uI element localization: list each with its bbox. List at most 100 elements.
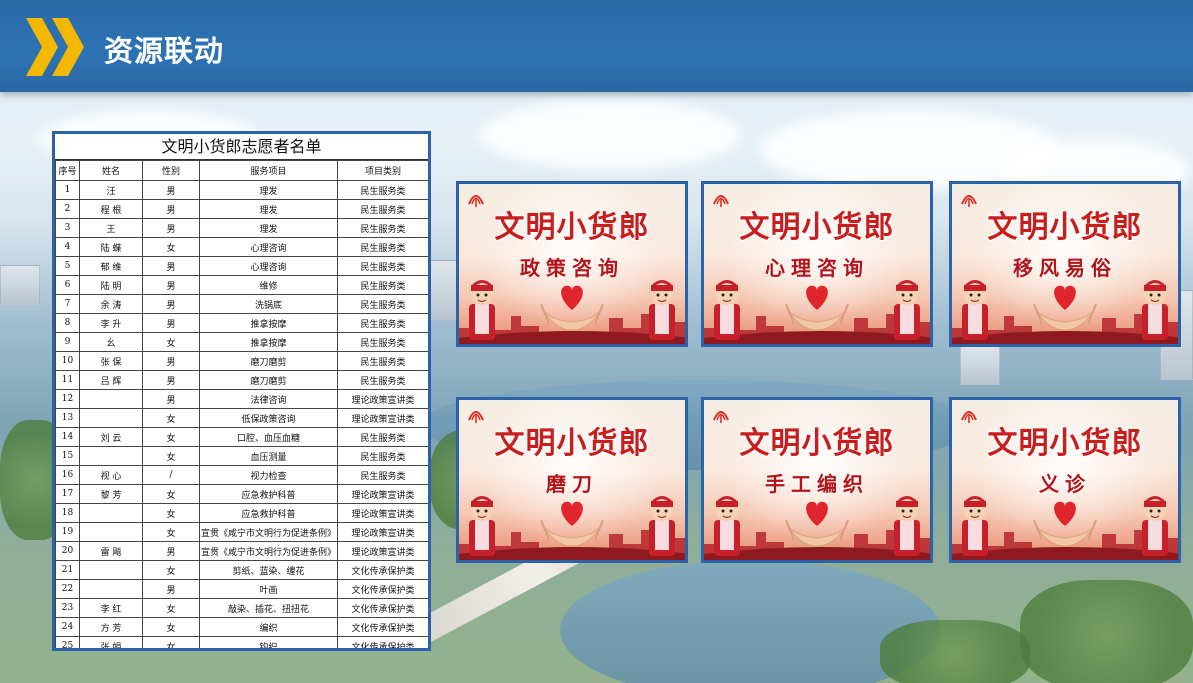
cell-name bbox=[79, 560, 143, 580]
volunteer-list-document: 文明小货郎志愿者名单 序号 姓名 性别 服务项目 项目类别 1 汪男理发 民生服务类… bbox=[52, 131, 431, 651]
cell-service: 理发 bbox=[199, 180, 338, 200]
cell-name: 王 bbox=[79, 218, 143, 238]
table-row: 2程 根男理发 民生服务类 bbox=[55, 199, 428, 219]
cell-number: 19 bbox=[55, 522, 80, 542]
cell-gender: 女 bbox=[142, 484, 200, 504]
cell-service: 口腔、血压血糖 bbox=[199, 427, 338, 447]
cell-name: 刘 云 bbox=[79, 427, 143, 447]
cell-category: 民生服务类 bbox=[337, 275, 428, 295]
table-row: 22 男叶画 文化传承保护类 bbox=[55, 579, 428, 599]
table-row: 12 男法律咨询 理论政策宣讲类 bbox=[55, 389, 428, 409]
cell-gender: 男 bbox=[142, 180, 200, 200]
mascot-boy-icon bbox=[710, 492, 744, 556]
cell-name: 程 根 bbox=[79, 199, 143, 219]
cell-name: 张 娟 bbox=[79, 636, 143, 648]
cell-gender: 男 bbox=[142, 370, 200, 390]
cell-number: 7 bbox=[55, 294, 80, 314]
cell-gender: 男 bbox=[142, 541, 200, 561]
cell-name: 方 芳 bbox=[79, 617, 143, 637]
mascot-girl-icon bbox=[890, 492, 924, 556]
cell-name: 李 红 bbox=[79, 598, 143, 618]
service-card[interactable]: 文明小货郎 移风易俗 bbox=[949, 181, 1181, 347]
cell-category: 理论政策宣讲类 bbox=[337, 522, 428, 542]
mascot-girl-icon bbox=[1138, 492, 1172, 556]
service-card[interactable]: 文明小货郎 义诊 bbox=[949, 397, 1181, 563]
cell-service: 应急救护科普 bbox=[199, 484, 338, 504]
column-header-number: 序号 bbox=[55, 160, 80, 181]
cell-gender: 女 bbox=[142, 503, 200, 523]
cell-service: 宣贯《咸宁市文明行为促进条例》 bbox=[199, 522, 338, 542]
cell-number: 1 bbox=[55, 180, 80, 200]
card-brand-title: 文明小货郎 bbox=[739, 426, 895, 461]
cell-category: 民生服务类 bbox=[337, 180, 428, 200]
cell-number: 14 bbox=[55, 427, 80, 447]
cell-gender: / bbox=[142, 465, 200, 485]
mascot-boy-icon bbox=[958, 276, 992, 340]
table-row: 19 女宣贯《咸宁市文明行为促进条例》 理论政策宣讲类 bbox=[55, 522, 428, 542]
cell-name: 余 涛 bbox=[79, 294, 143, 314]
cell-number: 9 bbox=[55, 332, 80, 352]
table-row: 11 吕 辉男磨刀磨剪 民生服务类 bbox=[55, 370, 428, 390]
table-row: 23 李 红女敲染、插花、扭扭花 文化传承保护类 bbox=[55, 598, 428, 618]
cell-service: 心理咨询 bbox=[199, 237, 338, 257]
cell-category: 民生服务类 bbox=[337, 351, 428, 371]
cell-name: 幺 bbox=[79, 332, 143, 352]
cell-gender: 男 bbox=[142, 579, 200, 599]
heart-hands-icon bbox=[540, 501, 604, 547]
cell-service: 剪纸、蓝染、缠花 bbox=[199, 560, 338, 580]
cell-gender: 男 bbox=[142, 313, 200, 333]
table-row: 5郁 维男心理咨询 民生服务类 bbox=[55, 256, 428, 276]
cell-name bbox=[79, 389, 143, 409]
cell-number: 3 bbox=[55, 218, 80, 238]
table-row: 8李 升男推拿按摩 民生服务类 bbox=[55, 313, 428, 333]
cell-service: 钩织 bbox=[199, 636, 338, 648]
cell-service: 理发 bbox=[199, 218, 338, 238]
cell-number: 18 bbox=[55, 503, 80, 523]
mascot-boy-icon bbox=[465, 276, 499, 340]
cell-service: 应急救护科普 bbox=[199, 503, 338, 523]
mascot-girl-icon bbox=[645, 276, 679, 340]
cell-service: 编织 bbox=[199, 617, 338, 637]
service-card[interactable]: 文明小货郎 政策咨询 bbox=[456, 181, 688, 347]
card-brand-title: 文明小货郎 bbox=[739, 210, 895, 245]
card-brand-title: 文明小货郎 bbox=[494, 426, 650, 461]
service-card[interactable]: 文明小货郎 心理咨询 bbox=[701, 181, 933, 347]
cell-category: 理论政策宣讲类 bbox=[337, 503, 428, 523]
service-card[interactable]: 文明小货郎 手工编织 bbox=[701, 397, 933, 563]
cell-number: 22 bbox=[55, 579, 80, 599]
header-bar: 资源联动 bbox=[0, 0, 1193, 92]
cell-category: 文化传承保护类 bbox=[337, 560, 428, 580]
cell-number: 16 bbox=[55, 465, 80, 485]
cell-service: 视力检查 bbox=[199, 465, 338, 485]
service-card[interactable]: 文明小货郎 磨刀 bbox=[456, 397, 688, 563]
cell-service: 叶画 bbox=[199, 579, 338, 599]
table-row: 6陆 明男维修 民生服务类 bbox=[55, 275, 428, 295]
cell-category: 民生服务类 bbox=[337, 332, 428, 352]
table-header-row: 序号 姓名 性别 服务项目 项目类别 bbox=[55, 160, 428, 181]
cell-category: 民生服务类 bbox=[337, 199, 428, 219]
cell-service: 洗锅底 bbox=[199, 294, 338, 314]
cell-gender: 男 bbox=[142, 275, 200, 295]
cell-gender: 女 bbox=[142, 237, 200, 257]
card-brand-title: 文明小货郎 bbox=[494, 210, 650, 245]
cell-name bbox=[79, 446, 143, 466]
cell-service: 理发 bbox=[199, 199, 338, 219]
card-brand-title: 文明小货郎 bbox=[987, 426, 1143, 461]
cell-gender: 男 bbox=[142, 199, 200, 219]
cell-category: 民生服务类 bbox=[337, 465, 428, 485]
heart-hands-icon bbox=[785, 285, 849, 331]
cell-number: 6 bbox=[55, 275, 80, 295]
cell-category: 民生服务类 bbox=[337, 218, 428, 238]
cell-number: 17 bbox=[55, 484, 80, 504]
column-header-service: 服务项目 bbox=[199, 160, 338, 181]
cell-name bbox=[79, 503, 143, 523]
cell-service: 磨刀磨剪 bbox=[199, 351, 338, 371]
mascot-girl-icon bbox=[890, 276, 924, 340]
cell-service: 法律咨询 bbox=[199, 389, 338, 409]
cell-name: 张 保 bbox=[79, 351, 143, 371]
table-row: 10 张 保男磨刀磨剪 民生服务类 bbox=[55, 351, 428, 371]
table-row: 16 视 心 / 视力检查 民生服务类 bbox=[55, 465, 428, 485]
cell-number: 4 bbox=[55, 237, 80, 257]
cell-number: 23 bbox=[55, 598, 80, 618]
cell-number: 12 bbox=[55, 389, 80, 409]
